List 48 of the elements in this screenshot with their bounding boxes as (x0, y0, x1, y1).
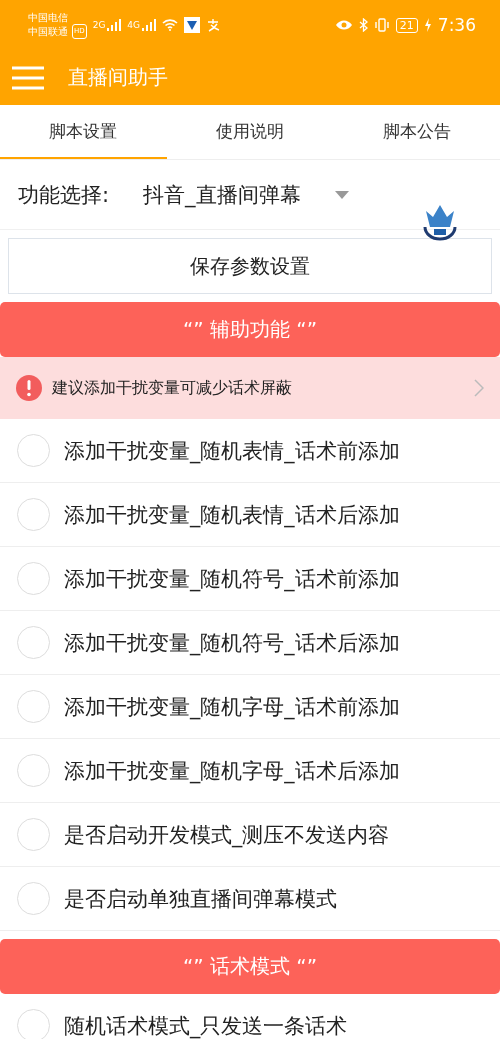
bluetooth-icon (358, 18, 368, 32)
vibrate-icon (373, 18, 390, 32)
radio-button[interactable] (17, 434, 50, 467)
option-label: 添加干扰变量_随机字母_话术前添加 (64, 693, 400, 721)
menu-icon[interactable] (12, 65, 44, 90)
battery-level: 21 (395, 17, 418, 33)
wifi-icon (162, 19, 179, 31)
option-label: 是否启动单独直播间弹幕模式 (64, 885, 337, 913)
option-label: 添加干扰变量_随机表情_话术前添加 (64, 437, 400, 465)
carrier-name: 中国联通 (28, 25, 68, 38)
payment-icon (206, 18, 221, 32)
option-label: 随机话术模式_只发送一条话术 (64, 1012, 348, 1039)
signal-icon (107, 19, 122, 31)
tab[interactable]: 脚本设置 (0, 105, 167, 159)
charging-icon (423, 18, 432, 32)
app-icon (184, 17, 201, 33)
section-header: “” 辅助功能 “” (0, 302, 500, 357)
function-dropdown[interactable]: 抖音_直播间弹幕 (143, 180, 349, 209)
carrier-name: 中国电信 (28, 11, 69, 24)
tab[interactable]: 脚本公告 (333, 105, 500, 159)
field-label: 功能选择: (18, 181, 110, 209)
radio-button[interactable] (17, 882, 50, 915)
radio-button[interactable] (17, 818, 50, 851)
radio-button[interactable] (17, 498, 50, 531)
notice-text: 建议添加干扰变量可减少话术屏蔽 (52, 377, 293, 399)
save-button[interactable]: 保存参数设置 (8, 238, 492, 294)
app-title: 直播间助手 (68, 64, 168, 91)
option-label: 添加干扰变量_随机符号_话术前添加 (64, 565, 400, 593)
option-label: 添加干扰变量_随机表情_话术后添加 (64, 501, 400, 529)
option-label: 是否启动开发模式_测压不发送内容 (64, 821, 390, 849)
radio-button[interactable] (17, 690, 50, 723)
option-label: 添加干扰变量_随机符号_话术后添加 (64, 629, 400, 657)
section-header: “” 话术模式 “” (0, 939, 500, 994)
clock-time: 7:36 (437, 15, 476, 35)
eye-icon (334, 19, 353, 31)
radio-button[interactable] (17, 562, 50, 595)
network-type: 4G (127, 20, 141, 30)
alert-icon (16, 375, 42, 401)
radio-button[interactable] (17, 1009, 50, 1039)
option-label: 添加干扰变量_随机字母_话术后添加 (64, 757, 400, 785)
notice-banner[interactable]: 建议添加干扰变量可减少话术屏蔽 (0, 357, 500, 419)
tab[interactable]: 使用说明 (166, 105, 334, 159)
dropdown-caret-icon (334, 190, 349, 199)
chevron-right-icon (474, 379, 484, 397)
radio-button[interactable] (17, 754, 50, 787)
radio-button[interactable] (17, 626, 50, 659)
signal-icon (142, 19, 157, 31)
network-type: 2G (92, 20, 106, 30)
